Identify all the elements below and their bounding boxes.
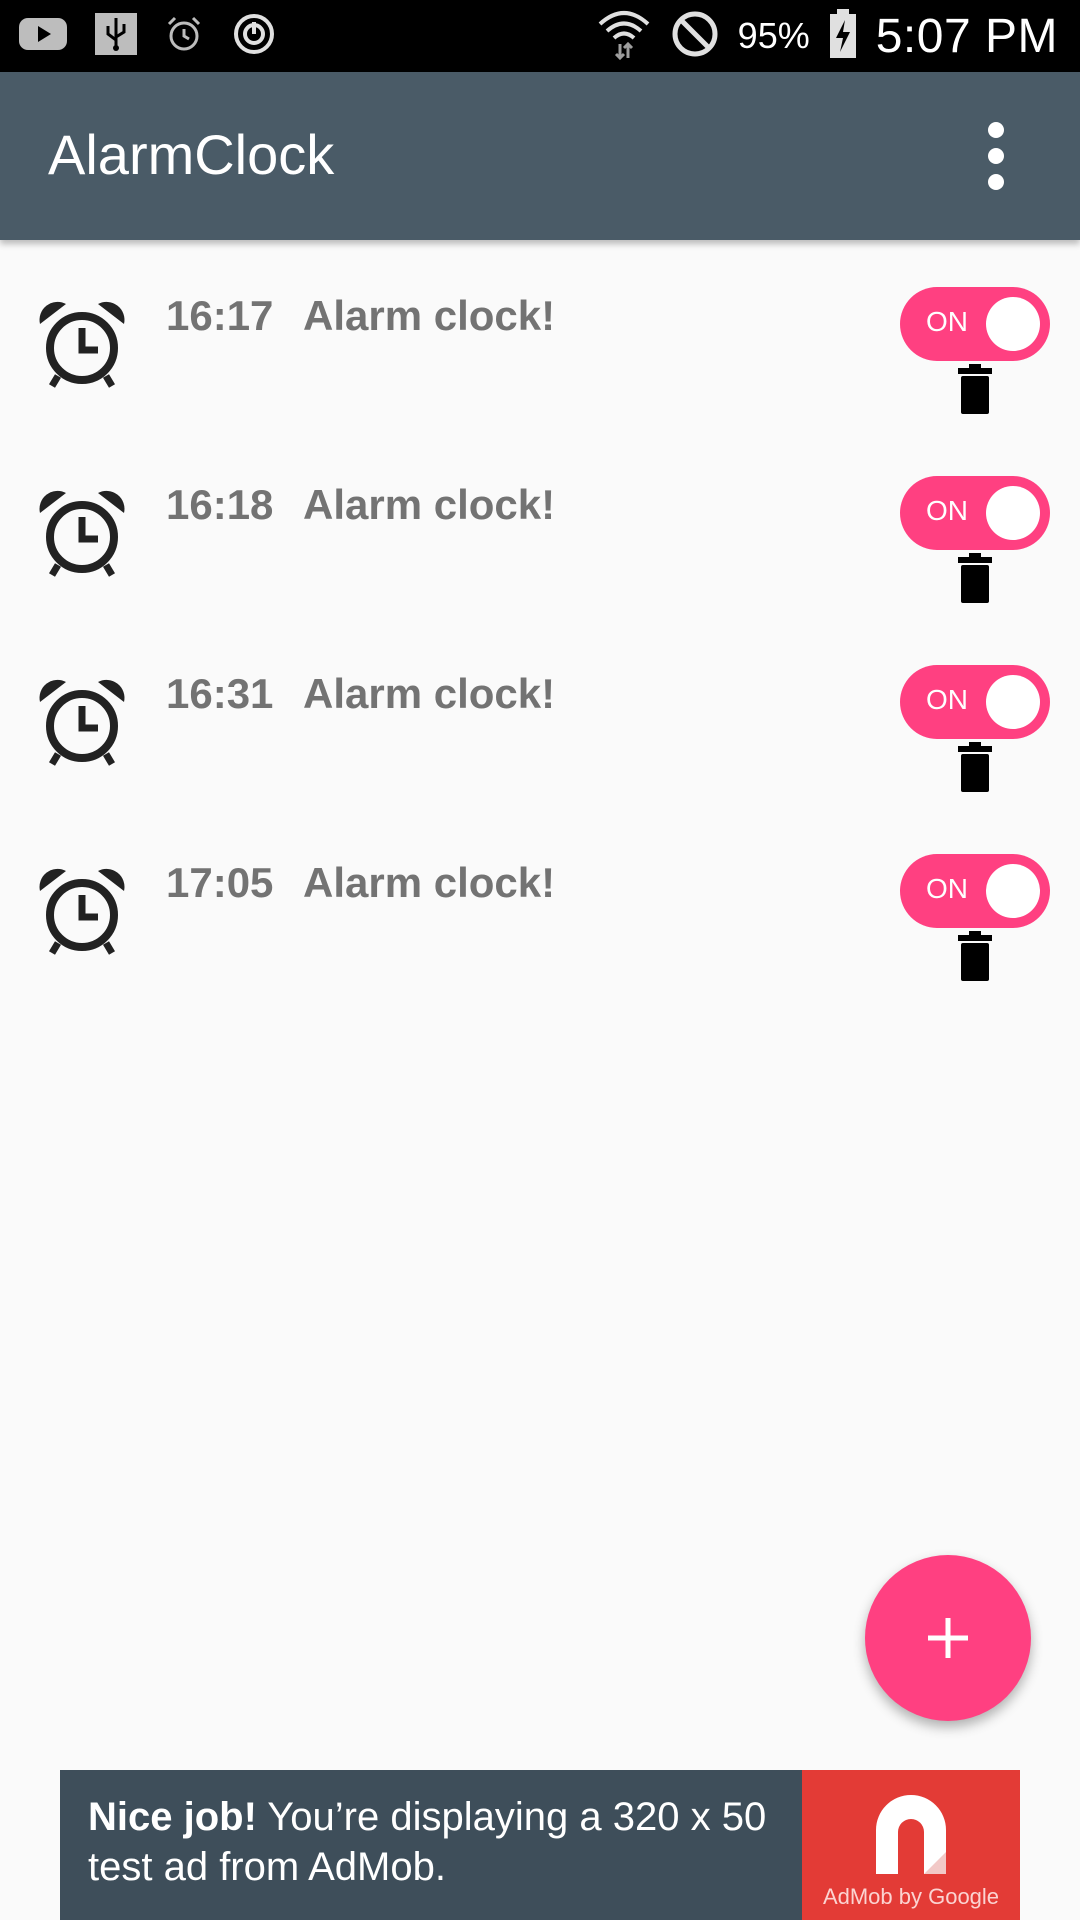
- alarm-clock-icon: [39, 490, 125, 577]
- alarm-toggle[interactable]: ON: [900, 854, 1050, 928]
- alarm-label: Alarm clock!: [303, 670, 556, 717]
- alarm-toggle[interactable]: ON: [900, 476, 1050, 550]
- alarm-clock-icon: [39, 868, 125, 955]
- alarm-label: Alarm clock!: [303, 292, 556, 339]
- ad-headline: Nice job!: [88, 1795, 257, 1839]
- usb-icon: [94, 12, 138, 61]
- wifi-icon: [596, 8, 652, 65]
- toggle-label: ON: [926, 684, 968, 715]
- alarm-toggle[interactable]: ON: [900, 665, 1050, 739]
- ad-banner[interactable]: Nice job! You’re displaying a 320 x 50 t…: [60, 1770, 1020, 1920]
- plus-icon: [928, 1618, 968, 1658]
- toggle-knob: [986, 486, 1040, 540]
- status-time: 5:07 PM: [875, 9, 1058, 63]
- youtube-icon: [18, 16, 68, 57]
- alarm-time: 17:05: [166, 859, 274, 906]
- battery-percent: 95%: [737, 15, 810, 56]
- add-alarm-button[interactable]: [865, 1555, 1031, 1721]
- toggle-label: ON: [926, 306, 968, 337]
- toggle-knob: [986, 675, 1040, 729]
- alarm-time: 16:17: [166, 292, 274, 339]
- alarm-clock-icon: [39, 301, 125, 388]
- ad-text: Nice job! You’re displaying a 320 x 50 t…: [88, 1792, 788, 1892]
- overflow-dot: [988, 122, 1004, 138]
- status-bar-right: 95% 5:07 PM: [596, 8, 1058, 64]
- alarm-row[interactable]: 16:18 Alarm clock! ON: [0, 441, 1080, 630]
- delete-icon[interactable]: [955, 931, 995, 981]
- overflow-dot: [988, 174, 1004, 190]
- alarm-time: 16:31: [166, 670, 274, 717]
- more-vert-icon[interactable]: [970, 116, 1022, 196]
- sync-icon: [230, 10, 278, 63]
- battery-charging-icon: [828, 8, 858, 65]
- do-not-disturb-icon: [670, 9, 720, 64]
- ad-brand: AdMob by Google: [822, 1884, 1000, 1909]
- status-bar: 95% 5:07 PM: [0, 0, 1080, 72]
- alarm-icon: [164, 14, 204, 59]
- alarm-time: 16:18: [166, 481, 274, 528]
- toggle-label: ON: [926, 495, 968, 526]
- admob-logo: AdMob by Google: [802, 1770, 1020, 1920]
- overflow-dot: [988, 148, 1004, 164]
- delete-icon[interactable]: [955, 364, 995, 414]
- admob-logo-icon: [876, 1795, 946, 1874]
- alarm-clock-icon: [39, 679, 125, 766]
- app-title: AlarmClock: [48, 123, 335, 186]
- toggle-knob: [986, 864, 1040, 918]
- alarm-row[interactable]: 16:17 Alarm clock! ON: [0, 252, 1080, 441]
- alarm-toggle[interactable]: ON: [900, 287, 1050, 361]
- status-bar-left: [18, 10, 278, 62]
- alarm-row[interactable]: 16:31 Alarm clock! ON: [0, 630, 1080, 819]
- alarm-row[interactable]: 17:05 Alarm clock! ON: [0, 819, 1080, 1008]
- alarm-label: Alarm clock!: [303, 859, 556, 906]
- alarm-label: Alarm clock!: [303, 481, 556, 528]
- toggle-label: ON: [926, 873, 968, 904]
- app-bar: AlarmClock: [0, 72, 1080, 240]
- toggle-knob: [986, 297, 1040, 351]
- delete-icon[interactable]: [955, 742, 995, 792]
- delete-icon[interactable]: [955, 553, 995, 603]
